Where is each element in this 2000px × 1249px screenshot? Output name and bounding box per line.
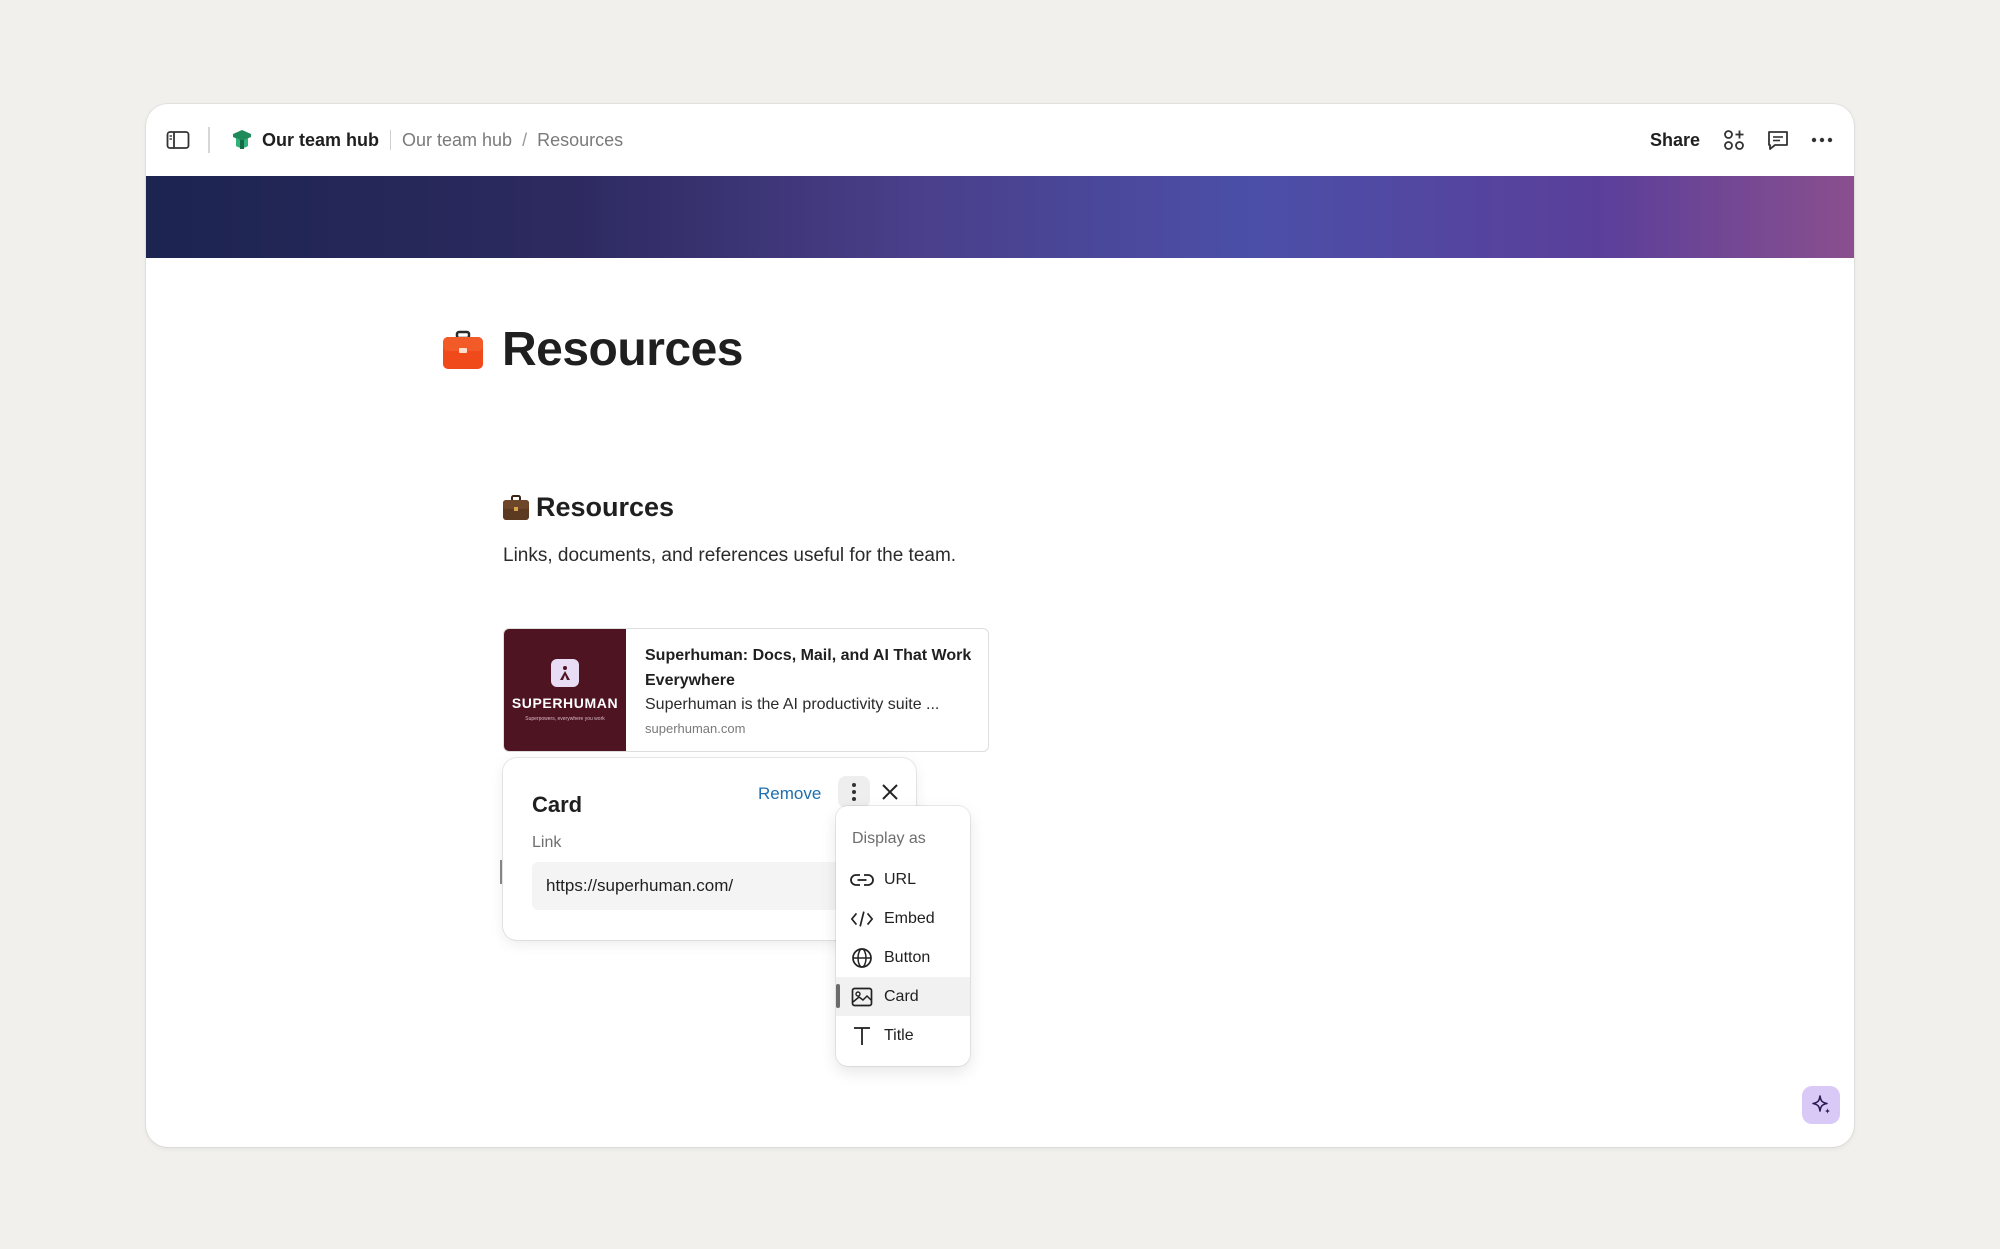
menu-item-url[interactable]: URL bbox=[836, 860, 970, 899]
menu-item-label: Card bbox=[884, 987, 919, 1005]
more-vertical-icon bbox=[852, 783, 856, 801]
app-window: Our team hub Our team hub / Resources Sh… bbox=[146, 104, 1854, 1147]
card-description: Superhuman is the AI productivity suite … bbox=[645, 696, 940, 713]
briefcase-emoji-icon bbox=[503, 494, 529, 520]
menu-item-title[interactable]: Title bbox=[836, 1016, 970, 1055]
menu-item-label: Embed bbox=[884, 909, 935, 927]
section-heading[interactable]: Resources bbox=[536, 492, 674, 523]
divider bbox=[208, 127, 210, 153]
text-t-icon bbox=[850, 1024, 874, 1048]
display-as-menu: Display as URL Embed Button Card Title bbox=[836, 806, 970, 1066]
text-cursor bbox=[500, 860, 502, 884]
more-horizontal-icon bbox=[1811, 137, 1833, 143]
code-icon bbox=[850, 907, 874, 931]
card-thumbnail: SUPERHUMAN Superpowers, everywhere you w… bbox=[504, 629, 626, 751]
menu-item-embed[interactable]: Embed bbox=[836, 899, 970, 938]
menu-header: Display as bbox=[852, 830, 926, 847]
card-title: Superhuman: Docs, Mail, and AI That Work… bbox=[645, 647, 972, 689]
breadcrumb-hub[interactable]: Our team hub bbox=[402, 130, 512, 151]
image-card-icon bbox=[850, 985, 874, 1009]
comment-icon bbox=[1768, 131, 1788, 150]
share-button[interactable]: Share bbox=[1640, 122, 1710, 159]
hub-name[interactable]: Our team hub bbox=[262, 130, 379, 151]
comments-button[interactable] bbox=[1758, 120, 1798, 160]
section-heading-row: Resources bbox=[502, 492, 674, 523]
more-options-button[interactable] bbox=[1802, 120, 1842, 160]
card-body: Superhuman: Docs, Mail, and AI That Work… bbox=[626, 629, 988, 751]
thumbnail-tagline: Superpowers, everywhere you work bbox=[525, 715, 605, 722]
link-preview-card[interactable]: SUPERHUMAN Superpowers, everywhere you w… bbox=[503, 628, 989, 752]
apps-plus-icon bbox=[1724, 130, 1744, 150]
sidebar-toggle-button[interactable] bbox=[158, 120, 198, 160]
card-domain: superhuman.com bbox=[645, 721, 746, 736]
page-title-row: Resources bbox=[442, 322, 743, 377]
close-icon bbox=[882, 784, 898, 800]
breadcrumb-resources[interactable]: Resources bbox=[537, 130, 623, 151]
divider bbox=[390, 130, 392, 150]
topbar-actions: Share bbox=[1640, 120, 1842, 160]
link-icon bbox=[850, 868, 874, 892]
integrations-button[interactable] bbox=[1714, 120, 1754, 160]
sidebar-icon bbox=[166, 131, 190, 149]
popover-title: Card bbox=[532, 792, 583, 817]
menu-item-label: Title bbox=[884, 1026, 914, 1044]
remove-link-button[interactable]: Remove bbox=[758, 784, 821, 804]
cover-banner[interactable] bbox=[146, 176, 1854, 258]
sparkle-icon bbox=[1812, 1095, 1830, 1114]
page-title[interactable]: Resources bbox=[502, 322, 743, 377]
link-field-label: Link bbox=[532, 834, 562, 851]
display-options-button[interactable] bbox=[838, 776, 870, 808]
section-description[interactable]: Links, documents, and references useful … bbox=[503, 545, 956, 567]
team-hub-logo-icon bbox=[233, 130, 251, 149]
menu-item-card[interactable]: Card bbox=[836, 977, 970, 1016]
menu-item-label: URL bbox=[884, 870, 917, 888]
globe-icon bbox=[850, 946, 874, 970]
menu-item-button[interactable]: Button bbox=[836, 938, 970, 977]
superhuman-logo-icon bbox=[551, 658, 579, 687]
menu-item-label: Button bbox=[884, 948, 931, 966]
close-popover-button[interactable] bbox=[874, 776, 906, 808]
top-bar: Our team hub Our team hub / Resources Sh… bbox=[146, 104, 1854, 176]
thumbnail-brand: SUPERHUMAN bbox=[511, 694, 619, 711]
briefcase-icon[interactable] bbox=[442, 329, 484, 371]
breadcrumb-separator: / bbox=[522, 129, 528, 150]
ai-assistant-button[interactable] bbox=[1802, 1086, 1840, 1124]
